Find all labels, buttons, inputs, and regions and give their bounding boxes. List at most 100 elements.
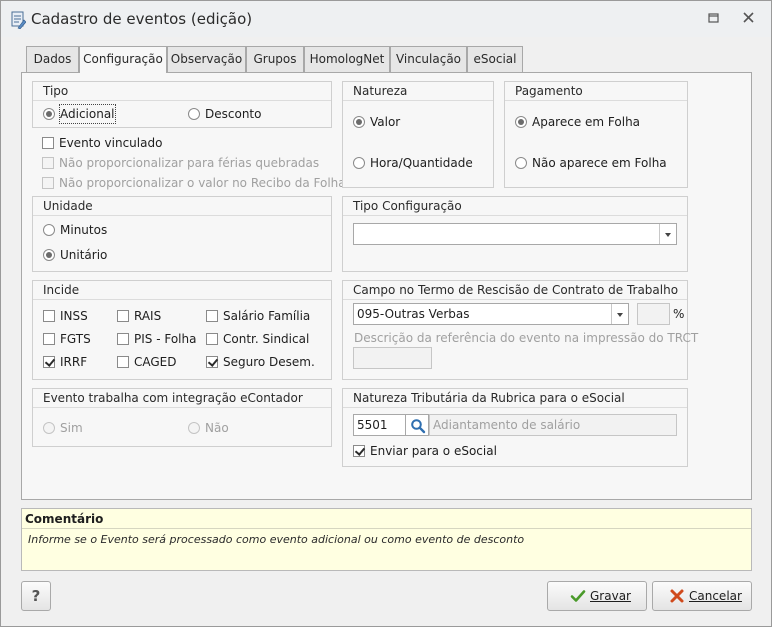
radio-label: Aparece em Folha [532, 115, 641, 129]
checkbox-box [206, 333, 218, 345]
group-title-tipo: Tipo [43, 84, 69, 98]
natureza-codigo-input[interactable]: 5501 [353, 414, 406, 436]
select-value: 095-Outras Verbas [357, 307, 470, 321]
group-title-econtador: Evento trabalha com integração eContador [43, 391, 303, 405]
radio-label: Sim [60, 421, 83, 435]
group-title-rescisao: Campo no Termo de Rescisão de Contrato d… [353, 283, 679, 297]
radio-circle [353, 157, 365, 169]
checkbox-box [42, 157, 54, 169]
checkbox-box [117, 310, 129, 322]
search-icon [411, 419, 426, 434]
comentario-text: Informe se o Evento será processado como… [28, 533, 525, 546]
close-icon[interactable] [740, 10, 758, 26]
group-title-esocial: Natureza Tributária da Rubrica para o eS… [353, 391, 625, 405]
dialog-window: Cadastro de eventos (edição) Dados Confi… [0, 0, 772, 627]
group-unidade: Unidade Minutos Unitário [32, 196, 332, 272]
checkbox-box [43, 310, 55, 322]
checkbox-label: Não proporcionalizar para férias quebrad… [59, 156, 320, 170]
descricao-trct-label: Descrição da referência do evento na imp… [354, 331, 699, 345]
app-icon [11, 11, 26, 29]
search-button[interactable] [405, 414, 429, 436]
checkbox-label: RAIS [134, 309, 162, 323]
chevron-down-icon[interactable] [659, 224, 676, 244]
tab-observacao[interactable]: Observação [167, 46, 246, 72]
radio-label: Valor [370, 115, 401, 129]
tipo-configuracao-select[interactable] [353, 223, 677, 245]
group-natureza: Natureza Valor Hora/Quantidade [342, 81, 494, 188]
radio-circle [188, 108, 200, 120]
group-tipo: Tipo Adicional Desconto [32, 81, 332, 128]
radio-label: Unitário [60, 248, 108, 262]
radio-label: Adicional [59, 104, 116, 124]
radio-circle [188, 422, 200, 434]
checkbox-box [42, 137, 54, 149]
gravar-label: Gravar [590, 589, 631, 603]
comentario-box: Comentário Informe se o Evento será proc… [21, 508, 752, 571]
window-title: Cadastro de eventos (edição) [31, 10, 253, 28]
tab-grupos[interactable]: Grupos [246, 46, 304, 72]
comentario-title: Comentário [25, 512, 104, 526]
group-title-tipo-configuracao: Tipo Configuração [353, 199, 462, 213]
checkbox-label: Salário Família [223, 309, 311, 323]
cancelar-label: Cancelar [689, 589, 742, 603]
restore-icon[interactable] [705, 10, 723, 26]
checkbox-box [353, 445, 365, 457]
checkbox-box [206, 310, 218, 322]
cancel-x-icon [670, 589, 684, 603]
checkbox-label: Contr. Sindical [223, 332, 310, 346]
checkbox-box [43, 333, 55, 345]
group-title-incide: Incide [43, 283, 80, 297]
radio-label: Hora/Quantidade [370, 156, 473, 170]
radio-circle [43, 249, 55, 261]
tab-esocial[interactable]: eSocial [467, 46, 523, 72]
checkbox-label: IRRF [60, 355, 88, 369]
checkbox-label: INSS [60, 309, 88, 323]
radio-label: Desconto [205, 107, 262, 121]
tab-homolognet[interactable]: HomologNet [304, 46, 390, 72]
checkbox-label: Não proporcionalizar o valor no Recibo d… [59, 176, 346, 190]
radio-label: Não aparece em Folha [532, 156, 667, 170]
group-pagamento: Pagamento Aparece em Folha Não aparece e… [504, 81, 688, 188]
radio-circle [515, 157, 527, 169]
group-tipo-configuracao: Tipo Configuração [342, 196, 688, 272]
group-rescisao: Campo no Termo de Rescisão de Contrato d… [342, 280, 698, 380]
radio-circle [515, 116, 527, 128]
campo-trct-select[interactable]: 095-Outras Verbas [353, 303, 629, 325]
radio-label: Minutos [60, 223, 108, 237]
cancelar-button[interactable]: Cancelar [652, 581, 752, 611]
help-button[interactable]: ? [21, 581, 51, 611]
tab-vinculacao[interactable]: Vinculação [390, 46, 467, 72]
checkbox-label: CAGED [134, 355, 177, 369]
gravar-button[interactable]: Gravar [547, 581, 647, 611]
checkbox-label: PIS - Folha [134, 332, 197, 346]
group-title-natureza: Natureza [353, 84, 408, 98]
help-icon: ? [31, 587, 41, 605]
radio-circle [43, 224, 55, 236]
checkbox-label: FGTS [60, 332, 91, 346]
checkbox-box [43, 356, 55, 368]
checkbox-label: Enviar para o eSocial [370, 444, 497, 458]
checkbox-box [117, 356, 129, 368]
group-esocial: Natureza Tributária da Rubrica para o eS… [342, 388, 688, 467]
radio-circle [43, 422, 55, 434]
checkbox-label: Evento vinculado [59, 136, 163, 150]
tab-dados[interactable]: Dados [26, 46, 79, 72]
group-title-unidade: Unidade [43, 199, 93, 213]
tab-panel-configuracao: Tipo Adicional Desconto Evento vinculado… [21, 72, 752, 500]
tab-configuracao[interactable]: Configuração [79, 46, 167, 73]
checkmark-icon [570, 590, 586, 602]
group-title-pagamento: Pagamento [515, 84, 583, 98]
chevron-down-icon[interactable] [611, 304, 628, 324]
percent-symbol: % [673, 307, 685, 321]
title-bar: Cadastro de eventos (edição) [1, 1, 771, 37]
percent-input[interactable] [637, 303, 670, 325]
checkbox-box [206, 356, 218, 368]
radio-circle [43, 108, 55, 120]
group-incide: Incide INSS RAIS Salário Família FGTS PI… [32, 280, 332, 380]
checkbox-box [117, 333, 129, 345]
checkbox-box [42, 177, 54, 189]
group-econtador: Evento trabalha com integração eContador… [32, 388, 332, 447]
descricao-trct-input[interactable] [353, 347, 432, 369]
radio-circle [353, 116, 365, 128]
checkbox-label: Seguro Desem. [223, 355, 315, 369]
